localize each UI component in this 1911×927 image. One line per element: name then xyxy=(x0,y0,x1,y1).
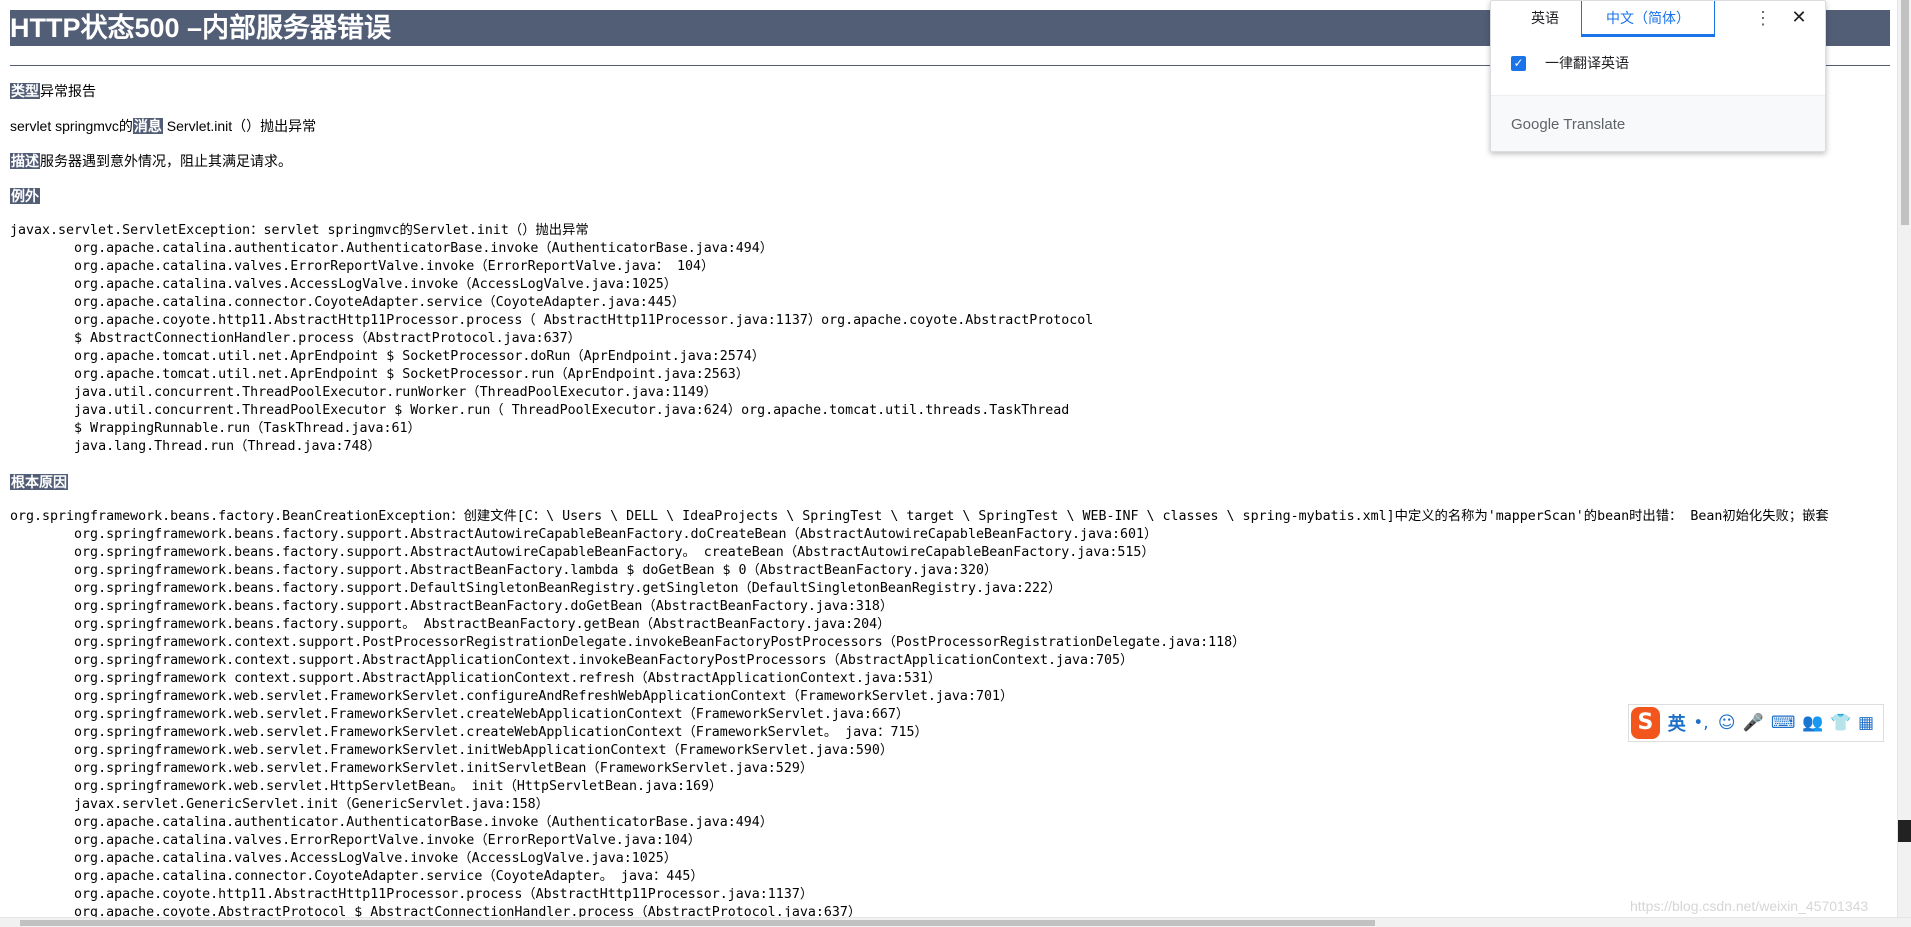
google-translate-logo: Google Translate xyxy=(1511,116,1625,133)
description-value: 服务器遇到意外情况，阻止其满足请求。 xyxy=(40,153,292,169)
scroll-marker xyxy=(1898,820,1911,842)
horizontal-scrollbar-thumb[interactable] xyxy=(20,920,1375,926)
description-label: 描述 xyxy=(10,153,40,169)
exception-heading-label: 例外 xyxy=(10,188,40,204)
language-tabs: 英语 中文（简体） xyxy=(1509,1,1715,37)
keyboard-icon[interactable]: ⌨ xyxy=(1771,713,1796,733)
type-value: 异常报告 xyxy=(40,83,96,99)
google-translate-popup: 英语 中文（简体） ⋮ ✕ ✓ 一律翻译英语 Google Translate xyxy=(1490,0,1826,152)
ime-toolbar: S 英 •, ☺ 🎤 ⌨ 👥 👕 ▦ xyxy=(1628,704,1884,742)
exception-heading: 例外 xyxy=(10,187,1887,205)
always-translate-option[interactable]: ✓ 一律翻译英语 xyxy=(1511,53,1629,73)
tab-chinese-simplified[interactable]: 中文（简体） xyxy=(1581,1,1715,37)
vertical-scrollbar-thumb[interactable] xyxy=(1901,0,1909,225)
user-icon[interactable]: 👥 xyxy=(1802,713,1823,733)
vertical-scrollbar[interactable] xyxy=(1897,0,1911,917)
skin-icon[interactable]: 👕 xyxy=(1830,713,1851,733)
brand-google: Google xyxy=(1511,116,1560,133)
toolbox-icon[interactable]: ▦ xyxy=(1858,713,1874,733)
ime-mode-english[interactable]: 英 xyxy=(1668,710,1686,736)
horizontal-scrollbar[interactable] xyxy=(0,917,1911,927)
type-label: 类型 xyxy=(10,83,40,99)
checkbox-checked-icon[interactable]: ✓ xyxy=(1511,55,1526,71)
emoji-icon[interactable]: ☺ xyxy=(1718,713,1736,733)
watermark-url: https://blog.csdn.net/weixin_45701343 xyxy=(1630,898,1869,914)
punctuation-icon[interactable]: •, xyxy=(1693,713,1709,733)
brand-translate: Translate xyxy=(1559,116,1626,133)
root-cause-heading-label: 根本原因 xyxy=(10,474,68,490)
always-translate-label: 一律翻译英语 xyxy=(1545,55,1629,71)
tab-english[interactable]: 英语 xyxy=(1509,1,1581,37)
translate-footer: Google Translate xyxy=(1491,95,1825,151)
message-prefix: servlet springmvc的 xyxy=(10,118,133,134)
microphone-icon[interactable]: 🎤 xyxy=(1743,713,1764,733)
message-label: 消息 xyxy=(132,118,163,134)
root-cause-heading: 根本原因 xyxy=(10,473,1887,491)
root-cause-stack-trace: org.springframework.beans.factory.BeanCr… xyxy=(10,509,1829,917)
sogou-logo-icon[interactable]: S xyxy=(1631,707,1660,739)
more-options-icon[interactable]: ⋮ xyxy=(1751,7,1775,31)
description-line: 描述服务器遇到意外情况，阻止其满足请求。 xyxy=(10,152,1887,170)
message-value: Servlet.init（）抛出异常 xyxy=(162,118,317,134)
close-icon[interactable]: ✕ xyxy=(1787,5,1811,29)
exception-stack-trace: javax.servlet.ServletException：servlet s… xyxy=(10,223,1094,454)
